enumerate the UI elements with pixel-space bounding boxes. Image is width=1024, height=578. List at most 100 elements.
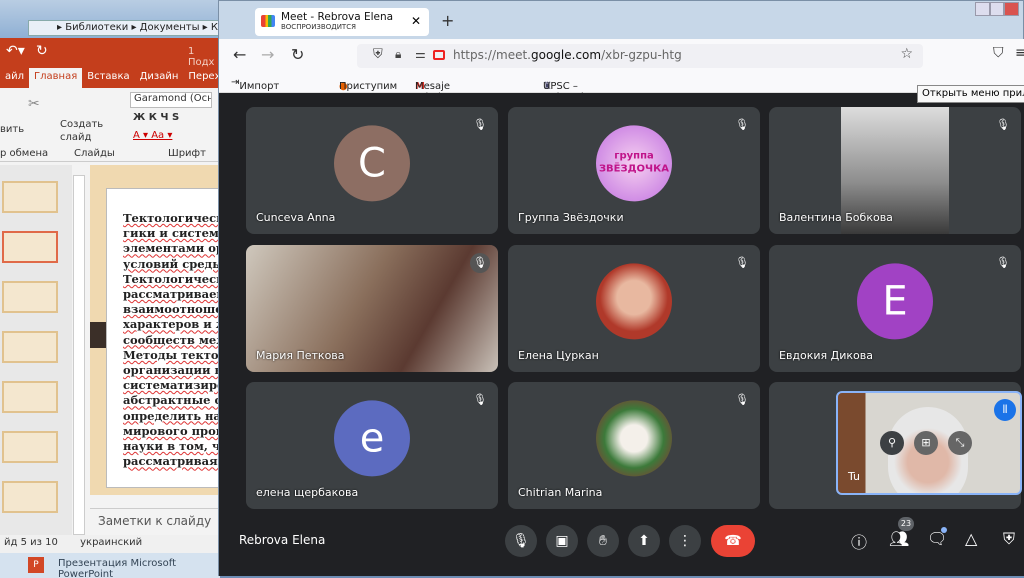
mic-off-icon: 🎙︎ xyxy=(996,118,1010,131)
self-name: Tu xyxy=(848,470,861,483)
self-view[interactable]: ⦀ ⚲ ⊞ ⤡ Tu xyxy=(836,391,1022,495)
browser-tab[interactable]: Meet - Rebrova Elena ВОСПРОИЗВОДИТСЯ ✕ xyxy=(255,8,429,36)
meet-stage: C 🎙︎ Cunceva Anna группа ЗВЁЗДОЧКА 🎙︎ Гр… xyxy=(219,93,1024,576)
url-prefix: https://meet. xyxy=(453,48,531,62)
slide-thumbnail[interactable] xyxy=(2,181,58,213)
avatar: e xyxy=(334,399,410,476)
explorer-address-bar: ▸ Библиотеки ▸ Документы ▸ КАФ xyxy=(0,0,220,38)
new-tab-icon[interactable]: + xyxy=(441,11,454,30)
slide-text-line: Тектологический xyxy=(123,211,220,225)
back-icon[interactable]: ← xyxy=(233,45,246,64)
slide-counter: йд 5 из 10 xyxy=(4,537,58,548)
ribbon: вить ✂ Создать слайд Garamond (Осн Ж К Ч… xyxy=(0,88,220,162)
participant-tile[interactable]: 🎙︎ Мария Петкова xyxy=(246,245,498,372)
permissions-icon[interactable]: ⚌ xyxy=(415,47,426,61)
tab-home[interactable]: Главная xyxy=(29,68,83,88)
end-call-button[interactable]: ☎︎ xyxy=(711,525,755,557)
raise-hand-button[interactable]: ✋︎ xyxy=(587,525,619,557)
url-bar[interactable]: ⛨ 🔒︎ ⚌ https://meet.google.com/xbr-gzpu-… xyxy=(357,44,923,68)
camera-button[interactable]: ▣ xyxy=(546,525,578,557)
address-path[interactable]: ▸ Библиотеки ▸ Документы ▸ КАФ xyxy=(28,20,220,36)
bookmark-label: Приступим xyxy=(339,81,398,92)
slide-thumbnail[interactable] xyxy=(2,481,58,513)
mic-button[interactable]: 🎙︎ xyxy=(505,525,537,557)
participant-tile[interactable]: e 🎙︎ елена щербакова xyxy=(246,382,498,509)
pocket-icon[interactable]: ⛉ xyxy=(993,45,1004,61)
tab-file[interactable]: айл xyxy=(0,68,29,88)
paste-button[interactable]: вить xyxy=(0,124,24,135)
maximize-icon[interactable] xyxy=(989,2,1005,16)
tab-audio-status: ВОСПРОИЗВОДИТСЯ xyxy=(281,23,356,31)
participant-tile[interactable]: E 🎙︎ Евдокия Дикова xyxy=(769,245,1021,372)
participant-name: Валентина Бобкова xyxy=(779,211,893,224)
language-indicator[interactable]: украинский xyxy=(80,537,142,548)
slide-thumbnail[interactable] xyxy=(2,331,58,363)
path-documents[interactable]: Документы xyxy=(140,22,200,33)
quick-access-bar: ↶▾ ↻ 1 Подх xyxy=(0,38,220,68)
font-color-button[interactable]: A ▾ Aa ▾ xyxy=(133,130,172,141)
present-button[interactable]: ⬆ xyxy=(628,525,660,557)
camera-sharing-icon[interactable] xyxy=(433,50,445,60)
participant-tile[interactable]: 🎙︎ Елена Цуркан xyxy=(508,245,760,372)
layout-icon[interactable]: ⊞ xyxy=(914,431,938,455)
new-slide-button[interactable]: Создать слайд xyxy=(60,118,103,144)
group-slides: Слайды xyxy=(74,148,115,159)
mic-off-icon: 🎙︎ xyxy=(735,118,749,131)
slide-thumbnail-selected[interactable] xyxy=(2,231,58,263)
bookmark-import[interactable]: ⇥ Импорт закладок... xyxy=(231,77,298,103)
slide-thumbnail[interactable] xyxy=(2,381,58,413)
avatar: C xyxy=(334,124,410,201)
activities-icon[interactable]: △ xyxy=(965,529,977,548)
font-name-select[interactable]: Garamond (Осн xyxy=(130,92,212,108)
slide-text-line: абстрактные схе xyxy=(123,393,220,408)
taskbar-label: Презентация Microsoft PowerPoint xyxy=(58,558,176,578)
slide-text-box[interactable]: Т Тектологическийгики и системыэлементам… xyxy=(106,188,220,488)
window-controls xyxy=(975,2,1020,16)
thumbnail-scrollbar[interactable] xyxy=(73,175,85,535)
speaking-indicator-icon: ⦀ xyxy=(994,399,1016,421)
notes-pane[interactable]: Заметки к слайду xyxy=(90,508,220,535)
taskbar-item[interactable]: P Презентация Microsoft PowerPoint xyxy=(0,553,220,578)
mic-off-icon: 🎙︎ xyxy=(996,256,1010,269)
lock-icon[interactable]: 🔒︎ xyxy=(395,47,401,62)
tab-title: Meet - Rebrova Elena xyxy=(281,11,394,23)
more-options-button[interactable]: ⋮ xyxy=(669,525,701,557)
close-tab-icon[interactable]: ✕ xyxy=(411,14,421,28)
app-menu-icon[interactable]: ≡ xyxy=(1015,45,1024,61)
slide-text-line: элементами орга xyxy=(123,241,220,256)
bold-button[interactable]: Ж К Ч S xyxy=(133,112,179,123)
redo-icon[interactable]: ↻ xyxy=(36,43,48,59)
cut-icon[interactable]: ✂ xyxy=(28,96,40,112)
minimize-self-view-icon[interactable]: ⤡ xyxy=(948,431,972,455)
participant-name: Мария Петкова xyxy=(256,349,345,362)
path-libraries[interactable]: Библиотеки xyxy=(65,22,128,33)
slide-text-line: рассматриваемы xyxy=(123,287,220,302)
tab-insert[interactable]: Вставка xyxy=(82,68,134,88)
reload-icon[interactable]: ↻ xyxy=(291,45,304,64)
people-icon[interactable]: 👥︎ xyxy=(889,529,909,548)
forward-icon[interactable]: → xyxy=(261,45,274,64)
pin-icon[interactable]: ⚲ xyxy=(880,431,904,455)
slide-text-line: условий среды, п xyxy=(123,256,220,271)
close-window-icon[interactable] xyxy=(1004,2,1020,16)
meet-favicon xyxy=(261,15,275,27)
profile-photo xyxy=(596,262,672,339)
participant-tile[interactable]: 🎙︎ Chitrian Marina xyxy=(508,382,760,509)
undo-icon[interactable]: ↶▾ xyxy=(6,43,25,59)
tab-transitions[interactable]: Переходы xyxy=(183,68,220,88)
participant-tile[interactable]: группа ЗВЁЗДОЧКА 🎙︎ Группа Звёздочки xyxy=(508,107,760,234)
shield-icon[interactable]: ⛨ xyxy=(373,47,383,62)
slide-thumbnail[interactable] xyxy=(2,281,58,313)
participant-name: Елена Цуркан xyxy=(518,349,599,362)
tab-design[interactable]: Дизайн xyxy=(135,68,184,88)
powerpoint-window: ▸ Библиотеки ▸ Документы ▸ КАФ ↶▾ ↻ 1 По… xyxy=(0,0,220,578)
minimize-icon[interactable] xyxy=(975,2,990,16)
host-controls-icon[interactable]: ⛨ xyxy=(1003,529,1015,549)
meeting-info-icon[interactable]: ⓘ xyxy=(851,529,867,553)
participant-tile[interactable]: C 🎙︎ Cunceva Anna xyxy=(246,107,498,234)
participant-tile[interactable]: 🎙︎ Валентина Бобкова xyxy=(769,107,1021,234)
slide-text-line: характеров и ж xyxy=(123,317,220,332)
bookmark-star-icon[interactable]: ☆ xyxy=(900,46,913,62)
slide-thumbnail[interactable] xyxy=(2,431,58,463)
slide-thumbnails[interactable] xyxy=(0,165,85,535)
